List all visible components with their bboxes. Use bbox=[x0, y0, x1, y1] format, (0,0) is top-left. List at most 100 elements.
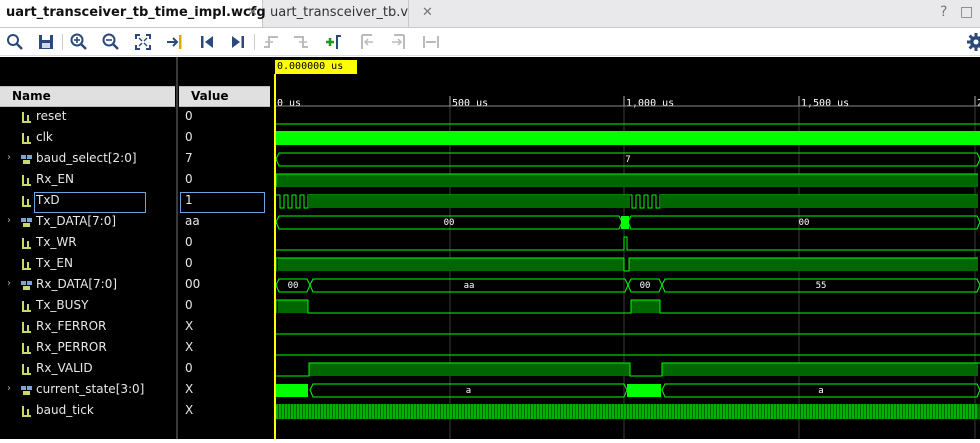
bus-signal-icon bbox=[21, 218, 32, 227]
tab-testbench[interactable]: uart_transceiver_tb.v ✕ bbox=[264, 0, 433, 27]
signal-row[interactable]: clk 0 bbox=[0, 128, 270, 149]
bus-value-label: 00 bbox=[288, 281, 299, 291]
signal-name: clk bbox=[36, 130, 53, 144]
zoom-out-icon[interactable] bbox=[101, 32, 121, 52]
signal-row[interactable]: › Tx_DATA[7:0] aa bbox=[0, 212, 270, 233]
expand-chevron-icon[interactable]: › bbox=[7, 152, 11, 163]
signal-value: 7 bbox=[185, 151, 193, 165]
logic-signal-icon bbox=[22, 406, 31, 417]
signal-row[interactable]: › current_state[3:0] X bbox=[0, 380, 270, 401]
tab-bar: uart_transceiver_tb_time_impl.wcfg ✕ uar… bbox=[0, 0, 980, 28]
swap-cursors-icon[interactable] bbox=[421, 32, 441, 52]
signal-name: Tx_DATA[7:0] bbox=[36, 214, 117, 228]
close-icon[interactable]: ✕ bbox=[247, 0, 258, 26]
zoom-in-icon[interactable] bbox=[69, 32, 89, 52]
signal-row[interactable]: baud_tick X bbox=[0, 401, 270, 422]
bus-value-label: 00 bbox=[640, 281, 651, 291]
signal-name: baud_select[2:0] bbox=[36, 151, 137, 165]
axis-tick-label: 500 us bbox=[452, 98, 488, 109]
signal-value: X bbox=[185, 319, 194, 333]
tx-en-high bbox=[629, 258, 978, 271]
logic-signal-icon bbox=[22, 238, 31, 249]
signal-value: 0 bbox=[185, 256, 193, 270]
signal-name: current_state[3:0] bbox=[36, 382, 145, 396]
goto-end-icon[interactable] bbox=[228, 32, 248, 52]
signal-row[interactable]: › Rx_DATA[7:0] 00 bbox=[0, 275, 270, 296]
rx-valid-high bbox=[662, 363, 978, 376]
signal-value: 0 bbox=[185, 361, 193, 375]
signal-row[interactable]: Rx_PERROR X bbox=[0, 338, 270, 359]
toolbar bbox=[0, 28, 980, 56]
tx-busy-high bbox=[278, 300, 308, 313]
bus-signal-icon bbox=[21, 281, 32, 290]
close-icon[interactable]: ✕ bbox=[422, 0, 433, 26]
zoom-fit-icon[interactable] bbox=[133, 32, 153, 52]
prev-transition-icon[interactable] bbox=[261, 32, 281, 52]
logic-signal-icon bbox=[22, 301, 31, 312]
logic-signal-icon bbox=[22, 343, 31, 354]
next-transition-icon[interactable] bbox=[291, 32, 311, 52]
logic-signal-icon bbox=[22, 196, 31, 207]
signal-value: X bbox=[185, 340, 194, 354]
signal-row[interactable]: › baud_select[2:0] 7 bbox=[0, 149, 270, 170]
bus-signal-icon bbox=[21, 155, 32, 164]
signal-row[interactable]: Tx_WR 0 bbox=[0, 233, 270, 254]
bus-value-label: 00 bbox=[799, 218, 810, 228]
tx-busy-high bbox=[631, 300, 660, 313]
logic-signal-icon bbox=[22, 175, 31, 186]
expand-chevron-icon[interactable]: › bbox=[7, 383, 11, 394]
rx-valid-high bbox=[309, 363, 630, 376]
save-icon[interactable] bbox=[36, 32, 56, 52]
search-icon[interactable] bbox=[5, 32, 25, 52]
logic-signal-icon bbox=[22, 364, 31, 375]
bus-busy-fill bbox=[627, 384, 661, 397]
prev-marker-icon[interactable] bbox=[357, 32, 377, 52]
value-column-header[interactable]: Value bbox=[179, 86, 270, 107]
add-marker-icon[interactable] bbox=[324, 32, 344, 52]
signal-row[interactable]: reset 0 bbox=[0, 107, 270, 128]
signal-value: 0 bbox=[185, 130, 193, 144]
bus-value-label: a bbox=[818, 386, 823, 396]
signal-value: aa bbox=[185, 214, 200, 228]
signal-row[interactable]: Tx_BUSY 0 bbox=[0, 296, 270, 317]
next-marker-icon[interactable] bbox=[389, 32, 409, 52]
tx-en-high bbox=[278, 258, 624, 271]
signal-value: 00 bbox=[185, 277, 201, 291]
goto-cursor-icon[interactable] bbox=[165, 32, 185, 52]
bus-value-label: 7 bbox=[625, 155, 630, 165]
rx-en-high bbox=[276, 174, 978, 187]
txd-high bbox=[660, 195, 978, 208]
signal-row[interactable]: Rx_FERROR X bbox=[0, 317, 270, 338]
cursor-time-label: 0.000000 us bbox=[275, 60, 357, 74]
signal-row[interactable]: Tx_EN 0 bbox=[0, 254, 270, 275]
signal-trace bbox=[276, 236, 980, 251]
signal-name: Rx_PERROR bbox=[36, 340, 107, 354]
signal-name: Rx_VALID bbox=[36, 361, 93, 375]
settings-icon[interactable] bbox=[966, 32, 980, 52]
logic-signal-icon bbox=[22, 322, 31, 333]
signal-value: 0 bbox=[185, 172, 193, 186]
expand-chevron-icon[interactable]: › bbox=[7, 278, 11, 289]
restore-icon[interactable]: □ bbox=[960, 4, 973, 20]
logic-signal-icon bbox=[22, 112, 31, 123]
txd-high bbox=[308, 195, 630, 208]
bus-value-label: 00 bbox=[444, 218, 455, 228]
waveform-area[interactable]: 0 us500 us1,000 us1,500 us27000000aa0055… bbox=[270, 57, 980, 439]
tab-wcfg[interactable]: uart_transceiver_tb_time_impl.wcfg ✕ bbox=[0, 0, 266, 27]
signal-row[interactable]: Rx_EN 0 bbox=[0, 170, 270, 191]
expand-chevron-icon[interactable]: › bbox=[7, 215, 11, 226]
signal-row[interactable]: Rx_VALID 0 bbox=[0, 359, 270, 380]
signal-value: 0 bbox=[185, 109, 193, 123]
signal-value: 0 bbox=[185, 298, 193, 312]
waveform-canvas[interactable]: 0 us500 us1,000 us1,500 us27000000aa0055… bbox=[270, 57, 980, 439]
bus-value-label: 55 bbox=[816, 281, 827, 291]
name-column-header[interactable]: Name bbox=[0, 86, 175, 107]
signal-name: Rx_EN bbox=[36, 172, 74, 186]
goto-start-icon[interactable] bbox=[197, 32, 217, 52]
signal-name: baud_tick bbox=[36, 403, 94, 417]
signal-name: Rx_FERROR bbox=[36, 319, 107, 333]
logic-signal-icon bbox=[22, 259, 31, 270]
signal-value: X bbox=[185, 403, 194, 417]
bus-busy-fill bbox=[276, 384, 308, 397]
help-icon[interactable]: ? bbox=[940, 4, 947, 20]
